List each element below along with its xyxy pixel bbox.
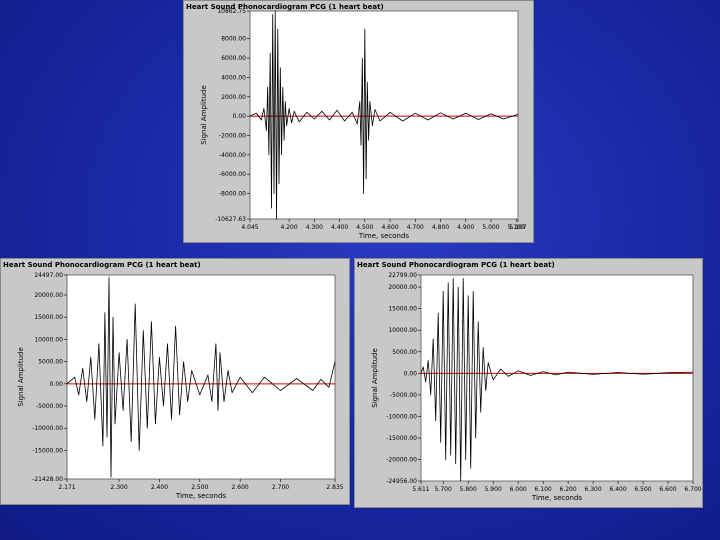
x-tick-label: 4.300 (306, 224, 323, 231)
chart-panel-top: Heart Sound Phonocardiogram PCG (1 heart… (183, 0, 534, 243)
y-tick-label: -10627.63 (215, 216, 246, 223)
x-tick-label: 4.700 (407, 224, 424, 231)
y-tick-label: 0.00 (50, 381, 64, 388)
y-tick-label: 20000.00 (34, 292, 63, 299)
x-tick-label: 4.800 (432, 224, 449, 231)
y-tick-label: -15000.00 (32, 447, 63, 454)
y-tick-label: -8000.00 (219, 191, 246, 198)
y-tick-label: 2000.00 (221, 94, 246, 101)
x-tick-label: 5.107 (509, 224, 526, 231)
chart-panel-right: Heart Sound Phonocardiogram PCG (1 heart… (354, 258, 703, 508)
y-tick-label: 0.00 (233, 113, 247, 120)
x-tick-label: 6.100 (535, 486, 552, 493)
x-tick-label: 4.500 (356, 224, 373, 231)
x-tick-label: 2.600 (232, 484, 249, 491)
x-tick-label: 2.500 (191, 484, 208, 491)
x-tick-label: 4.600 (381, 224, 398, 231)
x-tick-label: 5.900 (485, 486, 502, 493)
y-tick-label: 15000.00 (34, 314, 63, 321)
y-axis-label: Signal Amplitude (371, 348, 379, 408)
chart-left: 24497.00 20000.00 15000.00 10000.00 5000.00 0… (17, 272, 344, 500)
x-tick-label: 6.300 (584, 486, 601, 493)
x-tick-label: 4.045 (241, 224, 258, 231)
x-tick-label: 6.400 (609, 486, 626, 493)
y-tick-label: 6000.00 (221, 55, 246, 62)
y-tick-label: 24497.00 (34, 272, 63, 279)
x-axis-label: Time, seconds (531, 494, 583, 502)
x-tick-label: 4.400 (331, 224, 348, 231)
y-tick-label: -2000.00 (219, 132, 246, 139)
x-axis-label: Time, seconds (175, 492, 227, 500)
x-tick-label: 2.835 (326, 484, 343, 491)
y-axis-label: Signal Amplitude (17, 347, 25, 407)
plot-area (66, 274, 336, 480)
y-tick-label: 4000.00 (221, 74, 246, 81)
y-tick-label: -4000.00 (219, 152, 246, 159)
chart-right: 22799.00 20000.00 15000.00 10000.00 5000.00 0… (371, 272, 702, 502)
y-tick-label: 10000.00 (388, 327, 417, 334)
x-tick-label: 5.800 (460, 486, 477, 493)
y-tick-label: -10000.00 (32, 425, 63, 432)
y-tick-label: 10000.00 (34, 336, 63, 343)
y-tick-label: -5000.00 (390, 392, 417, 399)
x-tick-label: 6.600 (659, 486, 676, 493)
y-tick-label: 8000.00 (221, 36, 246, 43)
x-tick-label: 2.700 (272, 484, 289, 491)
y-tick-label: -6000.00 (219, 171, 246, 178)
x-tick-label: 5.000 (482, 224, 499, 231)
x-tick-label: 5.611 (412, 486, 429, 493)
y-tick-label: 20000.00 (388, 284, 417, 291)
y-tick-label: -5000.00 (36, 403, 63, 410)
y-axis-label: Signal Amplitude (200, 85, 208, 145)
x-tick-label: 2.300 (110, 484, 127, 491)
x-tick-label: 4.900 (457, 224, 474, 231)
y-tick-label: 0.00 (404, 370, 418, 377)
y-tick-label: 15000.00 (388, 306, 417, 313)
x-tick-label: 6.200 (560, 486, 577, 493)
y-tick-label: 5000.00 (392, 349, 417, 356)
x-tick-label: 4.200 (281, 224, 298, 231)
y-tick-label: -15000.00 (386, 435, 417, 442)
x-tick-label: 6.500 (634, 486, 651, 493)
x-tick-label: 5.700 (435, 486, 452, 493)
x-tick-label: 6.000 (510, 486, 527, 493)
x-axis-label: Time, seconds (358, 232, 410, 240)
x-tick-label: 6.700 (684, 486, 701, 493)
chart-top: 10862.75 8000.00 6000.00 4000.00 2000.00 0.00… (200, 8, 527, 240)
y-tick-label: -21428.00 (32, 476, 63, 483)
y-tick-label: -10000.00 (386, 413, 417, 420)
y-tick-label: 10862.75 (217, 8, 246, 15)
y-tick-label: -24956.00 (386, 478, 417, 485)
x-tick-label: 2.400 (151, 484, 168, 491)
x-tick-label: 2.171 (58, 484, 75, 491)
y-tick-label: 5000.00 (38, 359, 63, 366)
y-tick-label: -20000.00 (386, 457, 417, 464)
chart-panel-left: Heart Sound Phonocardiogram PCG (1 heart… (0, 258, 350, 505)
y-tick-label: 22799.00 (388, 272, 417, 279)
